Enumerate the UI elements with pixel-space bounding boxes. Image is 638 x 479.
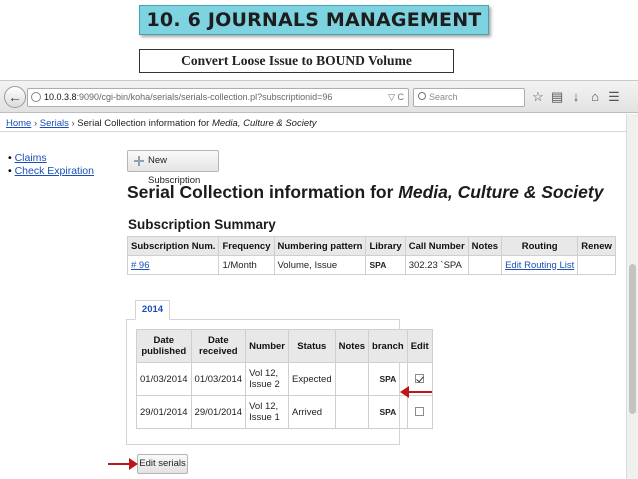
annotation-arrow-left-icon <box>400 386 432 398</box>
branch-cell: SPA <box>368 395 408 429</box>
search-icon <box>418 92 426 100</box>
received-cell: 29/01/2014 <box>190 395 247 429</box>
claims-link[interactable]: Claims <box>15 152 47 164</box>
column-header-number: Number <box>245 329 289 363</box>
plus-icon <box>134 156 144 166</box>
column-header: Call Number <box>404 236 469 256</box>
renew-cell <box>577 255 616 275</box>
edit-checkbox[interactable] <box>415 407 425 417</box>
search-input[interactable]: Search <box>413 88 525 107</box>
browser-window: ← 10.0.3.8:9090/cgi-bin/koha/serials/ser… <box>0 80 638 479</box>
status-cell: Arrived <box>288 395 336 429</box>
number-cell: Vol 12, Issue 1 <box>245 395 289 429</box>
column-header-edit: Edit <box>406 329 433 363</box>
check-expiration-link[interactable]: Check Expiration <box>15 165 94 177</box>
column-header: Routing <box>501 236 579 256</box>
vertical-scrollbar[interactable] <box>626 114 638 479</box>
breadcrumb-home[interactable]: Home <box>6 118 31 129</box>
table-header-row: Date published Date received Number Status… <box>136 329 433 363</box>
breadcrumb-divider <box>0 131 626 132</box>
number-cell: Vol 12, Issue 2 <box>245 362 289 396</box>
reading-list-icon[interactable]: ▤ <box>551 87 563 107</box>
pattern-cell: Volume, Issue <box>273 255 367 275</box>
notes-cell <box>467 255 503 275</box>
edit-routing-list-link[interactable]: Edit Routing List <box>505 260 574 271</box>
menu-icon[interactable]: ☰ <box>608 87 620 107</box>
breadcrumb-current: Serial Collection information for <box>77 118 212 129</box>
reload-icon[interactable]: ▽ C <box>388 89 404 106</box>
toolbar-icons: ☆ ▤ ↓ ⌂ ☰ <box>532 87 620 107</box>
column-header: Numbering pattern <box>273 236 367 256</box>
edit-cell <box>406 395 433 429</box>
page-content: Home › Serials › Serial Collection infor… <box>0 114 626 479</box>
edit-serials-button[interactable]: Edit serials <box>137 454 188 474</box>
new-subscription-button[interactable]: New Subscription <box>127 150 219 186</box>
routing-cell: Edit Routing List <box>501 255 579 275</box>
search-placeholder: Search <box>429 92 458 102</box>
subscription-link[interactable]: # 96 <box>131 260 150 271</box>
page-title-journal: Media, Culture & Society <box>398 182 604 202</box>
column-header: Frequency <box>218 236 275 256</box>
subscription-summary-heading: Subscription Summary <box>128 217 276 232</box>
frequency-cell: 1/Month <box>218 255 275 275</box>
column-header-date-received: Date received <box>190 329 247 363</box>
back-arrow-icon[interactable]: ← <box>4 86 26 108</box>
subscription-summary-table: Subscription Num. Frequency Numbering pa… <box>126 236 616 275</box>
column-header-notes: Notes <box>334 329 370 363</box>
column-header-status: Status <box>288 329 336 363</box>
table-header-row: Subscription Num. Frequency Numbering pa… <box>126 236 616 256</box>
slide-subtitle: Convert Loose Issue to BOUND Volume <box>139 49 454 73</box>
menu-item-check-expiration: • Check Expiration <box>8 165 94 177</box>
menu-item-claims: • Claims <box>8 152 47 164</box>
page-title: Serial Collection information for Media,… <box>127 182 603 203</box>
bookmark-star-icon[interactable]: ☆ <box>532 87 544 107</box>
tab-2014[interactable]: 2014 <box>135 300 170 320</box>
published-cell: 01/03/2014 <box>136 362 192 396</box>
left-menu: • Claims • Check Expiration <box>8 152 94 178</box>
edit-checkbox[interactable] <box>415 374 425 384</box>
breadcrumb: Home › Serials › Serial Collection infor… <box>6 118 317 129</box>
column-header: Library <box>365 236 406 256</box>
breadcrumb-serials[interactable]: Serials <box>40 118 69 129</box>
notes-cell <box>334 362 370 396</box>
received-cell: 01/03/2014 <box>190 362 247 396</box>
column-header-branch: branch <box>368 329 408 363</box>
call-number-cell: 302.23 `SPA <box>404 255 469 275</box>
download-icon[interactable]: ↓ <box>570 87 582 107</box>
table-row: 01/03/2014 01/03/2014 Vol 12, Issue 2 Exp… <box>136 362 433 396</box>
globe-icon <box>31 92 41 102</box>
browser-toolbar: ← 10.0.3.8:9090/cgi-bin/koha/serials/ser… <box>0 81 638 113</box>
published-cell: 29/01/2014 <box>136 395 192 429</box>
scrollbar-thumb[interactable] <box>629 264 636 414</box>
slide-title: 10. 6 JOURNALS MANAGEMENT <box>139 5 489 35</box>
subscription-num-cell: # 96 <box>126 255 220 275</box>
home-icon[interactable]: ⌂ <box>589 87 601 107</box>
table-row: 29/01/2014 29/01/2014 Vol 12, Issue 1 Arr… <box>136 395 433 429</box>
status-cell: Expected <box>288 362 336 396</box>
table-row: # 96 1/Month Volume, Issue SPA 302.23 `S… <box>126 255 616 275</box>
annotation-arrow-right-icon <box>108 458 138 470</box>
page-title-prefix: Serial Collection information for <box>127 182 399 202</box>
column-header-date-published: Date published <box>136 329 192 363</box>
column-header: Renew <box>577 236 616 256</box>
url-path: :9090/cgi-bin/koha/serials/serials-colle… <box>76 92 333 102</box>
library-cell: SPA <box>365 255 406 275</box>
url-host: 10.0.3.8 <box>44 92 77 102</box>
issues-table: Date published Date received Number Status… <box>136 329 433 429</box>
column-header: Subscription Num. <box>126 236 220 256</box>
column-header: Notes <box>467 236 503 256</box>
breadcrumb-current-title: Media, Culture & Society <box>211 118 317 129</box>
address-bar[interactable]: 10.0.3.8:9090/cgi-bin/koha/serials/seria… <box>27 88 409 107</box>
notes-cell <box>334 395 370 429</box>
